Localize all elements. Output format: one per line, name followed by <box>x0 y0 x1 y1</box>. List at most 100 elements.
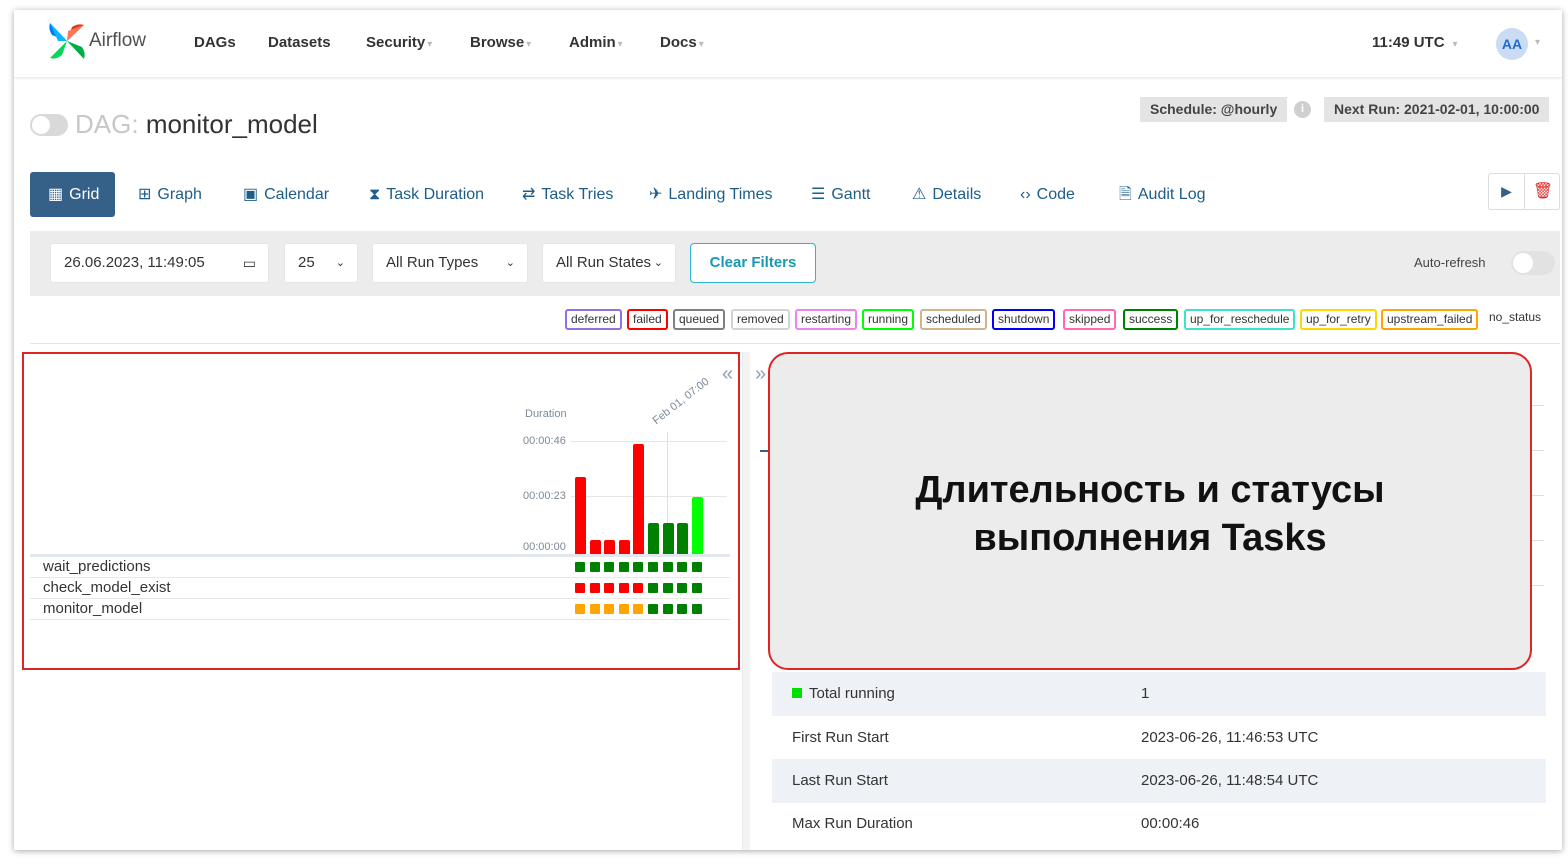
nav-browse[interactable]: Browse ▾ <box>470 34 531 51</box>
task-instance-cell[interactable] <box>633 583 644 593</box>
legend-upstream-failed[interactable]: upstream_failed <box>1381 309 1479 330</box>
chevron-down-icon: ▾ <box>698 39 704 50</box>
nav-dags[interactable]: DAGs <box>194 34 236 51</box>
tab-details[interactable]: ⚠ Details <box>912 172 981 217</box>
legend-removed[interactable]: removed <box>731 309 790 330</box>
tab-task-duration[interactable]: ⧗ Task Duration <box>369 172 484 217</box>
trigger-dag-button[interactable]: ▶ <box>1489 174 1525 209</box>
task-instance-cell[interactable] <box>648 562 658 572</box>
task-instance-cell[interactable] <box>589 583 600 593</box>
nav-datasets[interactable]: Datasets <box>268 34 331 51</box>
duration-bar[interactable] <box>648 523 659 554</box>
task-instance-cell[interactable] <box>648 604 658 614</box>
task-instance-cell[interactable] <box>575 583 585 593</box>
task-instance-cell[interactable] <box>662 583 673 593</box>
duration-bar[interactable] <box>604 540 616 554</box>
auto-refresh-toggle[interactable] <box>1511 251 1555 275</box>
annotation-callout: Длительность и статусы выполнения Tasks <box>768 352 1532 670</box>
task-instance-cell[interactable] <box>604 583 615 593</box>
legend-restarting[interactable]: restarting <box>795 309 858 330</box>
detail-key: Last Run Start <box>792 772 888 789</box>
task-instance-cell[interactable] <box>662 562 673 572</box>
duration-bar[interactable] <box>691 497 703 554</box>
task-instance-cell[interactable] <box>575 604 585 614</box>
task-instance-cell[interactable] <box>604 604 615 614</box>
run-state-select[interactable]: All Run States ⌄ <box>542 243 676 283</box>
nav-admin[interactable]: Admin ▾ <box>569 34 623 51</box>
task-name[interactable]: wait_predictions <box>43 558 151 575</box>
detail-row: First Run Start 2023-06-26, 11:46:53 UTC <box>772 716 1546 760</box>
task-instance-cell[interactable] <box>691 583 702 593</box>
legend-shutdown[interactable]: shutdown <box>992 309 1056 330</box>
base-date-input[interactable]: 26.06.2023, 11:49:05 ▭ <box>50 243 269 283</box>
num-runs-select[interactable]: 25 ⌄ <box>284 243 358 283</box>
expand-icon[interactable]: » <box>755 363 766 386</box>
calendar-icon[interactable]: ▭ <box>243 244 256 282</box>
chevron-down-icon: ▾ <box>427 39 433 50</box>
task-instance-cell[interactable] <box>618 562 629 572</box>
task-instance-cell[interactable] <box>589 604 600 614</box>
legend-queued[interactable]: queued <box>673 309 726 330</box>
task-name[interactable]: monitor_model <box>43 600 142 617</box>
duration-bar[interactable] <box>633 444 645 554</box>
info-icon[interactable]: i <box>1294 101 1311 118</box>
utc-clock[interactable]: 11:49 UTC ▾ <box>1372 34 1458 51</box>
duration-bar[interactable] <box>677 523 689 554</box>
detail-key: Total running <box>792 685 895 702</box>
duration-bar[interactable] <box>662 523 674 554</box>
task-instance-cell[interactable] <box>575 562 585 572</box>
nav-docs[interactable]: Docs ▾ <box>660 34 704 51</box>
task-instance-cell[interactable] <box>677 583 688 593</box>
task-instance-cell[interactable] <box>691 562 702 572</box>
tab-grid[interactable]: ▦ Grid <box>30 172 116 217</box>
legend-running[interactable]: running <box>862 309 915 330</box>
tab-task-tries[interactable]: ⇄ Task Tries <box>522 172 613 217</box>
task-instance-cell[interactable] <box>691 604 702 614</box>
tab-calendar[interactable]: ▣ Calendar <box>243 172 329 217</box>
chevron-down-icon[interactable]: ▾ <box>1535 37 1540 48</box>
airflow-logo-icon[interactable] <box>46 21 88 61</box>
task-instance-cell[interactable] <box>618 583 629 593</box>
task-instance-cell[interactable] <box>604 562 615 572</box>
clear-filters-button[interactable]: Clear Filters <box>690 243 816 283</box>
legend-success[interactable]: success <box>1123 309 1179 330</box>
task-instance-cell[interactable] <box>633 604 644 614</box>
legend-scheduled[interactable]: scheduled <box>920 309 987 330</box>
duration-bar[interactable] <box>589 540 601 554</box>
delete-dag-button[interactable]: 🗑 <box>1525 174 1561 209</box>
legend-failed[interactable]: failed <box>627 309 668 330</box>
task-instance-cell[interactable] <box>662 604 673 614</box>
run-type-select[interactable]: All Run Types ⌄ <box>372 243 528 283</box>
tab-graph[interactable]: ⊞ Graph <box>138 172 202 217</box>
brand-name[interactable]: Airflow <box>89 30 146 52</box>
tab-gantt[interactable]: ☰ Gantt <box>811 172 870 217</box>
dag-pause-toggle[interactable] <box>30 114 68 136</box>
nav-security[interactable]: Security ▾ <box>366 34 432 51</box>
tab-landing-times[interactable]: ✈ Landing Times <box>649 172 772 217</box>
legend-up-for-retry[interactable]: up_for_retry <box>1300 309 1377 330</box>
task-instance-cell[interactable] <box>589 562 600 572</box>
duration-bar[interactable] <box>618 540 630 554</box>
task-instance-cell[interactable] <box>633 562 644 572</box>
tab-code[interactable]: ‹› Code <box>1020 172 1075 217</box>
duration-bar[interactable] <box>575 477 586 554</box>
annotation-line: Длительность и статусы <box>915 469 1385 511</box>
legend-skipped[interactable]: skipped <box>1063 309 1117 330</box>
task-instance-cell[interactable] <box>677 604 688 614</box>
detail-value: 2023-06-26, 11:46:53 UTC <box>1141 729 1319 746</box>
tab-audit-log[interactable]: 🗎 Audit Log <box>1119 172 1205 217</box>
legend-up-for-reschedule[interactable]: up_for_reschedule <box>1184 309 1296 330</box>
grid-highlight-box <box>22 352 740 670</box>
detail-row: Last Run Start 2023-06-26, 11:48:54 UTC <box>772 759 1546 803</box>
user-avatar[interactable]: AA <box>1496 28 1528 60</box>
task-instance-cell[interactable] <box>618 604 629 614</box>
task-instance-cell[interactable] <box>677 562 688 572</box>
task-name[interactable]: check_model_exist <box>43 579 171 596</box>
legend-deferred[interactable]: deferred <box>565 309 622 330</box>
detail-value: 1 <box>1141 685 1150 702</box>
panel-resize-handle[interactable] <box>742 352 750 850</box>
collapse-icon[interactable]: « <box>722 363 733 386</box>
task-instance-cell[interactable] <box>648 583 658 593</box>
legend-no-status[interactable]: no_status <box>1485 309 1546 330</box>
auto-refresh-label: Auto-refresh <box>1414 255 1486 270</box>
